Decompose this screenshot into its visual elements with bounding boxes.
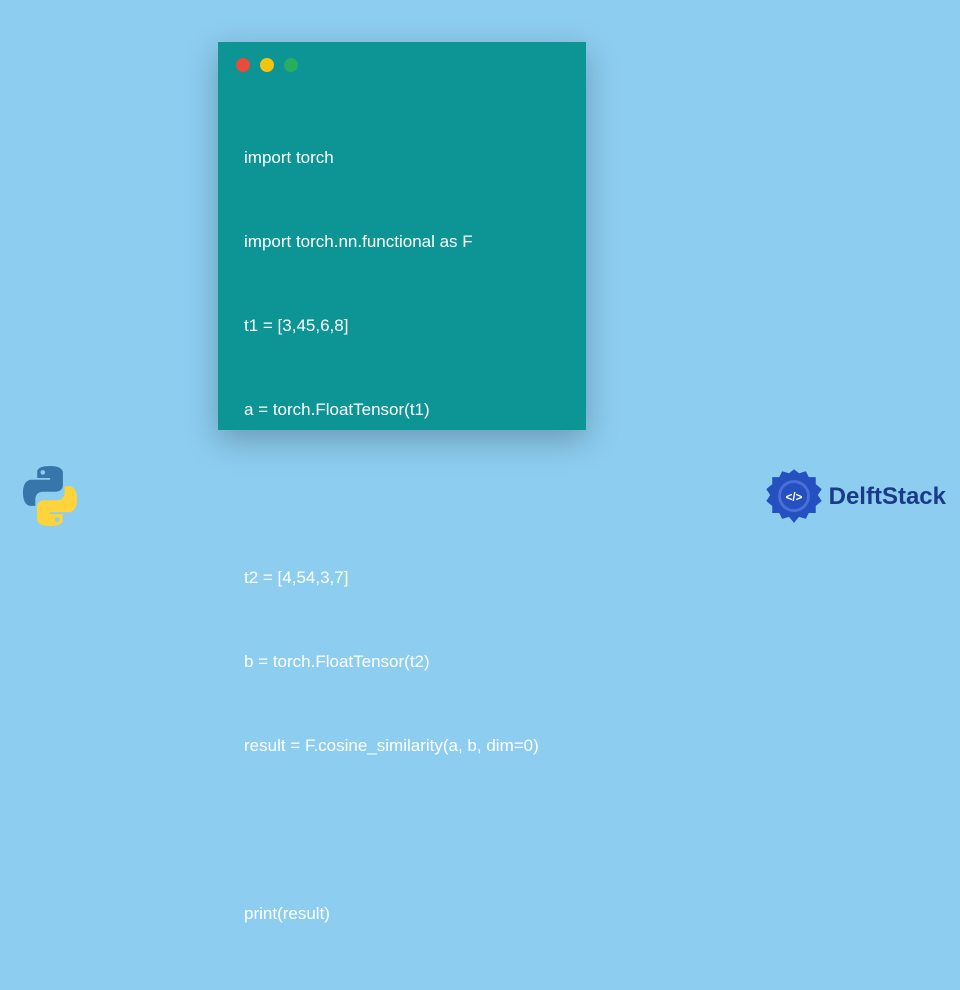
code-line: result = F.cosine_similarity(a, b, dim=0… [244,732,560,760]
code-line: b = torch.FloatTensor(t2) [244,648,560,676]
code-line: print(result) [244,900,560,928]
delftstack-gear-icon: </> [765,468,823,526]
code-line: import torch.nn.functional as F [244,228,560,256]
delftstack-logo: </> DelftStack [765,468,946,526]
python-logo-icon [18,464,82,528]
code-line: a = torch.FloatTensor(t1) [244,396,560,424]
minimize-dot-icon [260,58,274,72]
code-content: import torch import torch.nn.functional … [218,82,586,990]
code-line [244,480,560,508]
code-line: t2 = [4,54,3,7] [244,564,560,592]
window-chrome-dots [218,42,586,82]
svg-text:</>: </> [785,491,802,504]
code-window: import torch import torch.nn.functional … [218,42,586,430]
code-line: t1 = [3,45,6,8] [244,312,560,340]
code-line [244,816,560,844]
code-line: import torch [244,144,560,172]
delftstack-brand-text: DelftStack [829,483,946,511]
close-dot-icon [236,58,250,72]
maximize-dot-icon [284,58,298,72]
